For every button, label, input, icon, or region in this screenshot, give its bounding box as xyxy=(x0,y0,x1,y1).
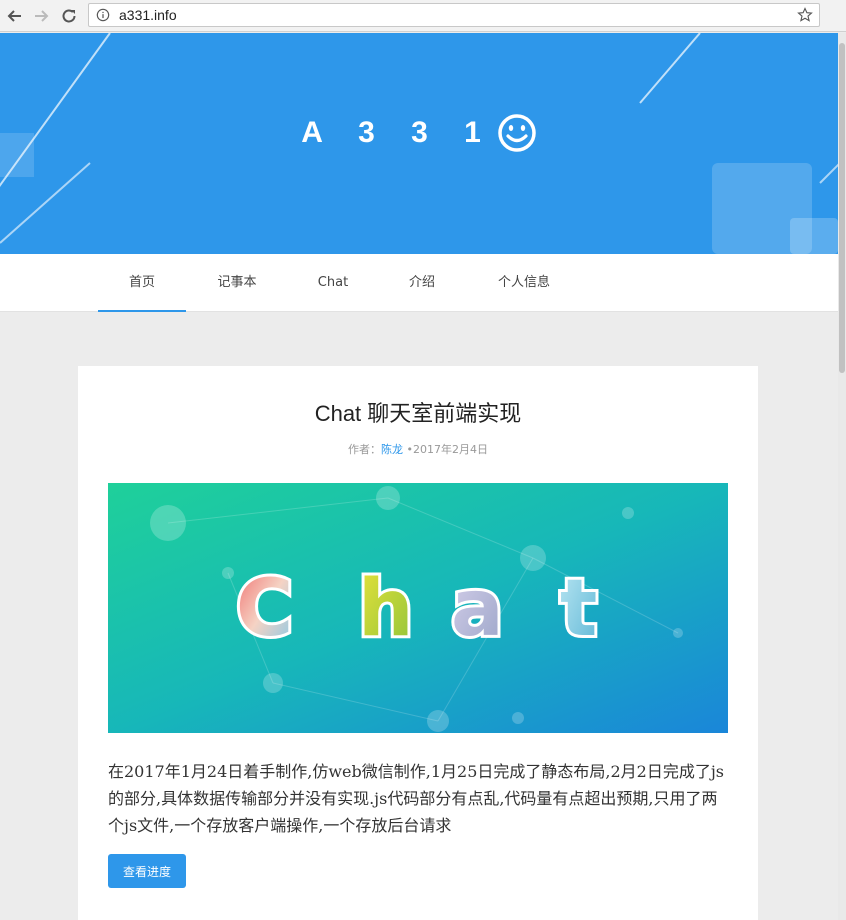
smile-icon xyxy=(498,114,536,152)
arrow-left-icon xyxy=(7,10,21,22)
post-card: Chat 聊天室前端实现 作者：陈龙 •2017年2月4日 C h a t 在2… xyxy=(78,366,758,920)
hero-letter-a: a xyxy=(451,564,504,654)
meta-prefix: 作者： xyxy=(348,443,381,456)
url-text[interactable]: a331.info xyxy=(119,7,177,23)
post-title[interactable]: Chat 聊天室前端实现 xyxy=(78,396,758,428)
nav-item-profile[interactable]: 个人信息 xyxy=(480,254,568,312)
browser-toolbar: a331.info xyxy=(0,0,846,32)
nav-item-chat[interactable]: Chat xyxy=(293,254,373,312)
forward-button[interactable] xyxy=(30,5,52,27)
nav-item-home[interactable]: 首页 xyxy=(98,254,186,312)
reload-button[interactable] xyxy=(58,5,80,27)
back-button[interactable] xyxy=(4,5,26,27)
site-title-text: A 3 3 1 xyxy=(301,116,495,149)
post-excerpt: 在2017年1月24日着手制作,仿web微信制作,1月25日完成了静态布局,2月… xyxy=(108,762,724,835)
reload-icon xyxy=(62,9,76,23)
address-bar[interactable]: a331.info xyxy=(88,3,820,27)
hero-letter-t: t xyxy=(560,564,597,654)
page-scrollbar[interactable] xyxy=(838,33,846,920)
site-title[interactable]: A 3 3 1 xyxy=(0,113,838,153)
nav-item-intro[interactable]: 介绍 xyxy=(384,254,460,312)
post-date: •2017年2月4日 xyxy=(403,443,488,456)
post-meta: 作者：陈龙 •2017年2月4日 xyxy=(78,441,758,457)
arrow-right-icon xyxy=(35,10,49,22)
nav-item-notebook[interactable]: 记事本 xyxy=(196,254,278,312)
site-banner: A 3 3 1 xyxy=(0,33,838,254)
view-progress-button[interactable]: 查看进度 xyxy=(108,854,186,888)
scrollbar-thumb[interactable] xyxy=(839,43,845,373)
main-nav: 首页 记事本 Chat 介绍 个人信息 xyxy=(0,254,838,312)
author-link[interactable]: 陈龙 xyxy=(381,443,403,456)
hero-letter-c: C xyxy=(236,564,293,654)
info-icon[interactable] xyxy=(95,7,111,23)
hero-letter-h: h xyxy=(358,564,414,654)
post-hero-image[interactable]: C h a t xyxy=(108,483,728,733)
star-icon[interactable] xyxy=(797,7,813,23)
